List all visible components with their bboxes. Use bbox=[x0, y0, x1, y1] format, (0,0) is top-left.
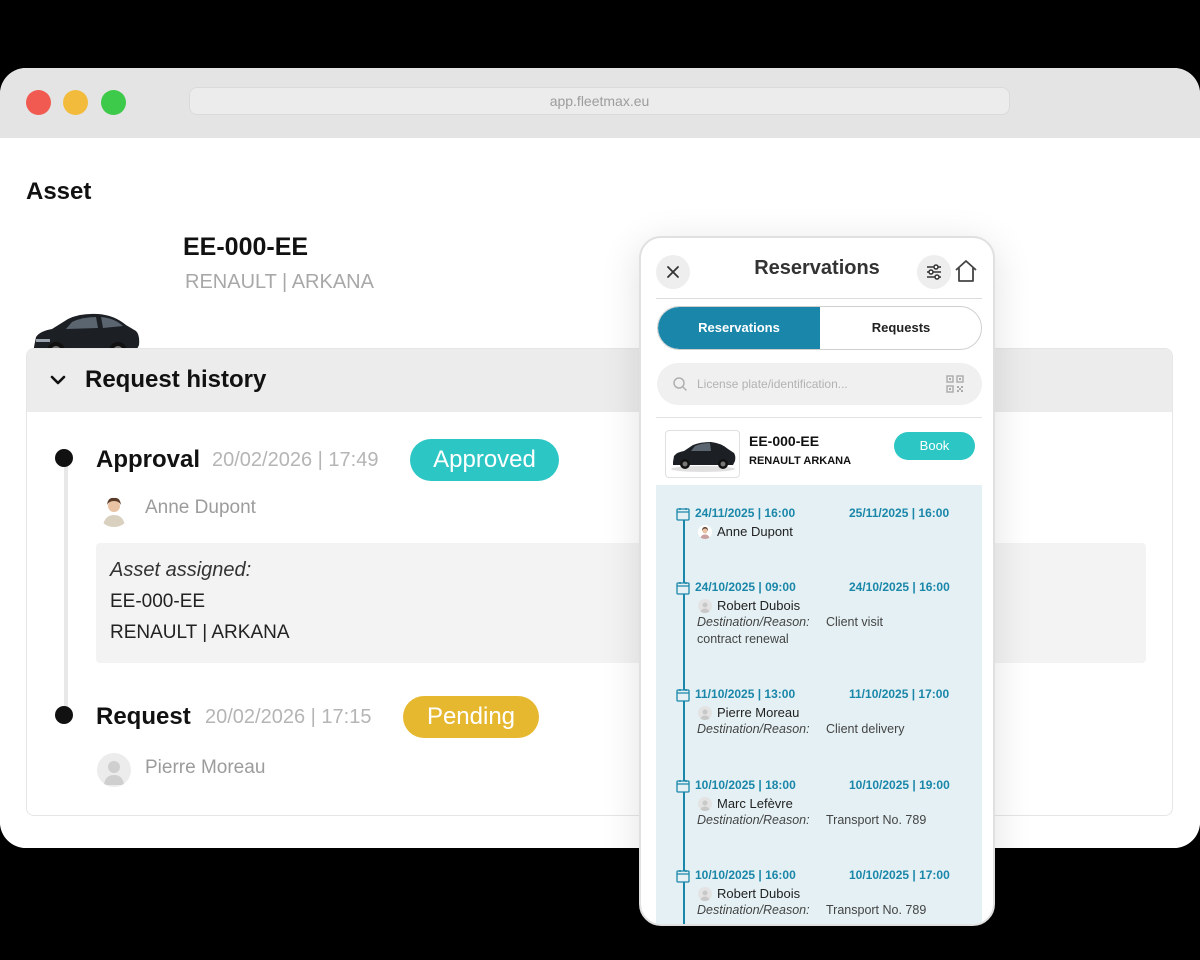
page-content: Asset EE-000-EE RENAULT | ARKANA Request… bbox=[0, 138, 1200, 848]
reservation-start: 11/10/2025 | 13:00 bbox=[695, 687, 796, 701]
event-person: Pierre Moreau bbox=[145, 757, 266, 778]
browser-toolbar: app.fleetmax.eu bbox=[0, 68, 1200, 138]
request-history-header[interactable]: Request history bbox=[27, 349, 1172, 412]
reason-label: Destination/Reason: bbox=[697, 722, 810, 736]
reservation-person: Anne Dupont bbox=[717, 524, 793, 539]
search-bar bbox=[657, 363, 982, 405]
tab-reservations[interactable]: Reservations bbox=[658, 307, 820, 349]
reservation-start: 24/10/2025 | 09:00 bbox=[695, 580, 796, 594]
divider bbox=[656, 298, 982, 299]
calendar-icon bbox=[676, 780, 690, 793]
vehicle-model: RENAULT ARKANA bbox=[749, 455, 852, 467]
reservation-end: 10/10/2025 | 17:00 bbox=[849, 868, 950, 882]
timeline-dot bbox=[55, 449, 73, 467]
calendar-icon bbox=[676, 508, 690, 521]
vehicle-row[interactable]: EE-000-EE RENAULT ARKANA Book bbox=[656, 417, 982, 485]
reservation-end: 24/10/2025 | 16:00 bbox=[849, 580, 950, 594]
status-badge-approved: Approved bbox=[410, 439, 559, 481]
tab-bar: Reservations Requests bbox=[657, 306, 982, 350]
avatar bbox=[698, 525, 712, 539]
avatar bbox=[698, 599, 712, 613]
reservations-phone-panel: Reservations Reservations Requests Licen… bbox=[639, 236, 995, 926]
reason-label: Destination/Reason: bbox=[697, 903, 810, 917]
request-history-title: Request history bbox=[85, 366, 267, 393]
reservation-person: Pierre Moreau bbox=[717, 705, 800, 720]
asset-model: RENAULT | ARKANA bbox=[185, 271, 374, 293]
page-title: Asset bbox=[26, 178, 92, 205]
tab-requests[interactable]: Requests bbox=[820, 307, 981, 349]
reservation-end: 11/10/2025 | 17:00 bbox=[849, 687, 950, 701]
reservation-start: 10/10/2025 | 16:00 bbox=[695, 868, 796, 882]
event-title: Approval bbox=[96, 446, 201, 473]
timeline-dot bbox=[55, 706, 73, 724]
sliders-icon bbox=[927, 264, 941, 280]
window-close-button[interactable] bbox=[26, 90, 51, 115]
calendar-icon bbox=[676, 689, 690, 702]
reservation-start: 24/11/2025 | 16:00 bbox=[695, 506, 796, 520]
timeline-line bbox=[683, 517, 685, 924]
home-icon[interactable] bbox=[953, 258, 979, 284]
reservation-start: 10/10/2025 | 18:00 bbox=[695, 778, 796, 792]
book-button[interactable]: Book bbox=[894, 432, 975, 460]
chevron-down-icon bbox=[50, 375, 66, 385]
assigned-model: RENAULT | ARKANA bbox=[110, 622, 290, 643]
avatar bbox=[97, 753, 131, 787]
reservation-list: 24/11/2025 | 16:00 25/11/2025 | 16:00 An… bbox=[656, 485, 982, 924]
avatar bbox=[698, 887, 712, 901]
calendar-icon bbox=[676, 870, 690, 883]
search-input[interactable] bbox=[697, 363, 937, 405]
avatar bbox=[698, 706, 712, 720]
reservation-person: Robert Dubois bbox=[717, 598, 801, 613]
event-person: Anne Dupont bbox=[145, 497, 256, 518]
vehicle-plate: EE-000-EE bbox=[749, 433, 820, 449]
reason-label: Destination/Reason: bbox=[697, 813, 810, 827]
reservation-reason: Transport No. 789 bbox=[826, 903, 927, 917]
reservation-reason: Client delivery bbox=[826, 722, 905, 736]
asset-plate: EE-000-EE bbox=[183, 233, 309, 261]
reservation-person: Robert Dubois bbox=[717, 886, 801, 901]
car-thumbnail bbox=[665, 430, 740, 478]
browser-window: app.fleetmax.eu Asset EE-000-EE RENAULT … bbox=[0, 68, 1200, 848]
reason-label: Destination/Reason: bbox=[697, 615, 810, 629]
filter-button[interactable] bbox=[917, 255, 951, 289]
avatar bbox=[97, 493, 131, 527]
event-date: 20/02/2026 | 17:49 bbox=[212, 449, 379, 471]
reservation-reason: Transport No. 789 bbox=[826, 813, 927, 827]
search-icon bbox=[673, 377, 687, 391]
qr-code-icon[interactable] bbox=[946, 375, 964, 393]
status-badge-pending: Pending bbox=[403, 696, 539, 738]
reservation-end: 25/11/2025 | 16:00 bbox=[849, 506, 950, 520]
assigned-label: Asset assigned: bbox=[110, 559, 252, 581]
event-date: 20/02/2026 | 17:15 bbox=[205, 706, 372, 728]
reservation-end: 10/10/2025 | 19:00 bbox=[849, 778, 950, 792]
reservation-reason-continued: contract renewal bbox=[697, 632, 789, 646]
calendar-icon bbox=[676, 582, 690, 595]
request-history-panel: Request history Approval 20/02/2026 | 17… bbox=[26, 348, 1173, 816]
assigned-plate: EE-000-EE bbox=[110, 591, 206, 612]
event-title: Request bbox=[96, 703, 191, 730]
window-maximize-button[interactable] bbox=[101, 90, 126, 115]
reservation-reason: Client visit bbox=[826, 615, 883, 629]
timeline-line bbox=[64, 461, 68, 717]
reservation-person: Marc Lefèvre bbox=[717, 796, 793, 811]
window-minimize-button[interactable] bbox=[63, 90, 88, 115]
avatar bbox=[698, 797, 712, 811]
address-bar[interactable]: app.fleetmax.eu bbox=[189, 87, 1010, 115]
